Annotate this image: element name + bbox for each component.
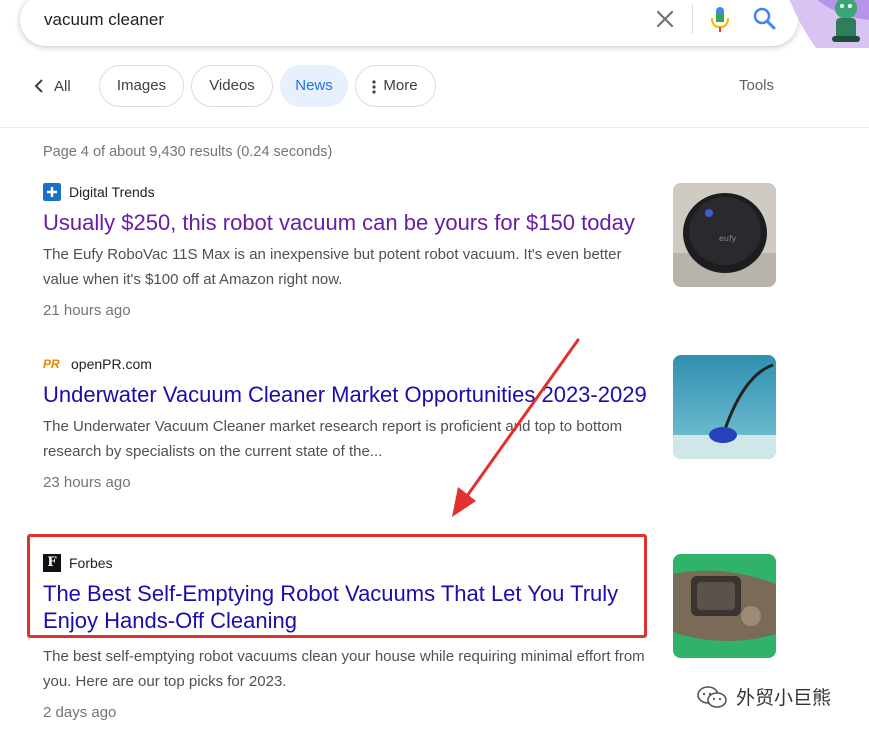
- more-vert-icon: [372, 80, 376, 94]
- watermark: 外贸小巨熊: [696, 683, 831, 710]
- result-snippet: The Eufy RoboVac 11S Max is an inexpensi…: [43, 246, 622, 288]
- openpr-favicon-icon: PR: [43, 357, 60, 371]
- tab-videos[interactable]: Videos: [191, 65, 273, 107]
- news-result-1: Digital Trends Usually $250, this robot …: [43, 183, 658, 319]
- search-input[interactable]: vacuum cleaner: [44, 10, 164, 30]
- svg-text:eufy: eufy: [719, 234, 737, 243]
- tab-images[interactable]: Images: [99, 65, 184, 107]
- result-thumbnail[interactable]: eufy: [673, 183, 776, 287]
- robot-vacuum-image: eufy: [673, 183, 776, 287]
- microphone-icon[interactable]: [708, 4, 732, 34]
- result-age: 21 hours ago: [43, 302, 131, 319]
- result-snippet: The best self-emptying robot vacuums cle…: [43, 648, 645, 690]
- header-divider: [0, 127, 869, 128]
- source-name: openPR.com: [71, 356, 152, 372]
- watermark-text: 外贸小巨熊: [736, 688, 832, 709]
- tab-more-label: More: [383, 77, 418, 94]
- chevron-left-icon: [34, 79, 43, 93]
- search-results-page: vacuum cleaner All Images Videos News Mo…: [0, 0, 869, 737]
- search-box[interactable]: vacuum cleaner: [20, 0, 798, 46]
- source-name: Digital Trends: [69, 184, 155, 200]
- result-thumbnail[interactable]: [673, 355, 776, 459]
- digital-trends-favicon-icon: [43, 183, 61, 201]
- result-stats: Page 4 of about 9,430 results (0.24 seco…: [43, 144, 333, 160]
- search-icon[interactable]: [752, 6, 778, 32]
- self-empty-vacuum-image: [673, 554, 776, 658]
- pool-vacuum-image: [673, 355, 776, 459]
- result-source[interactable]: Digital Trends: [43, 183, 658, 201]
- annotation-arrow-icon: [452, 338, 580, 517]
- close-icon[interactable]: [654, 8, 676, 30]
- wechat-icon: [697, 685, 727, 708]
- result-thumbnail[interactable]: [673, 554, 776, 658]
- tab-all[interactable]: All: [34, 74, 71, 98]
- annotation-highlight-box: [27, 534, 647, 638]
- tab-more[interactable]: More: [355, 65, 436, 107]
- doodle-icon[interactable]: [786, 0, 869, 48]
- search-divider: [692, 4, 693, 34]
- result-age: 2 days ago: [43, 704, 117, 721]
- tools-button[interactable]: Tools: [739, 77, 774, 94]
- tab-all-label: All: [54, 77, 71, 95]
- tab-news[interactable]: News: [280, 65, 348, 107]
- result-title-link[interactable]: Usually $250, this robot vacuum can be y…: [43, 209, 658, 236]
